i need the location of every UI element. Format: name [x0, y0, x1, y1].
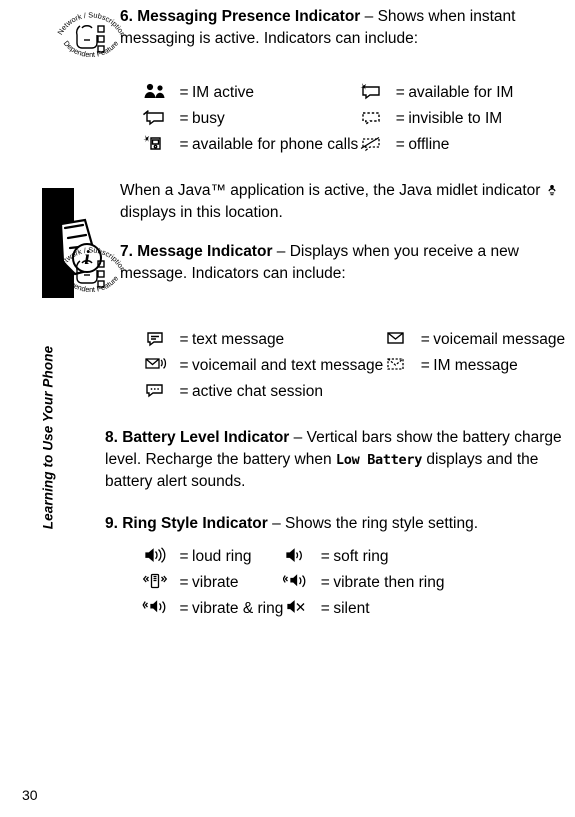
- equals-sign: =: [395, 136, 405, 153]
- message-indicator-table: = text message = voicemail message = voi…: [142, 327, 565, 405]
- section-8-paragraph: 8. Battery Level Indicator – Vertical ba…: [105, 427, 565, 493]
- section-messaging-presence: Network / Subscription Dependent Feature: [56, 6, 575, 72]
- text-message-label: text message: [192, 331, 285, 348]
- section-6-heading: 6. Messaging Presence Indicator: [120, 8, 361, 25]
- active-chat-session-label: active chat session: [192, 383, 323, 400]
- im-active-icon: [142, 80, 176, 106]
- equals-sign: =: [179, 383, 189, 400]
- table-row: = text message = voicemail message: [142, 327, 565, 353]
- busy-icon: [142, 106, 176, 132]
- table-row: = loud ring = soft ring: [142, 544, 444, 570]
- java-midlet-icon: [545, 184, 559, 198]
- messaging-presence-table: = IM active = available for IM = busy = …: [142, 80, 513, 158]
- table-row: = busy = invisible to IM: [142, 106, 513, 132]
- busy-label: busy: [192, 110, 225, 127]
- svg-text:Network / Subscription: Network / Subscription: [56, 245, 128, 273]
- section-9-paragraph: 9. Ring Style Indicator – Shows the ring…: [105, 513, 575, 535]
- silent-icon: [283, 596, 317, 622]
- loud-ring-label: loud ring: [192, 548, 252, 565]
- text-message-icon: [142, 327, 176, 353]
- active-chat-session-icon: [142, 379, 176, 405]
- section-6-paragraph: 6. Messaging Presence Indicator – Shows …: [120, 6, 575, 49]
- section-7-heading: 7. Message Indicator: [120, 243, 273, 260]
- available-for-phone-calls-icon: [142, 132, 176, 158]
- vibrate-then-ring-icon: [283, 570, 317, 596]
- network-subscription-dependent-feature-icon: Network / Subscription Dependent Feature: [54, 6, 128, 68]
- section-8-dash-glyph: –: [293, 429, 303, 446]
- table-row: = active chat session: [142, 379, 565, 405]
- ring-style-table: = loud ring = soft ring = vibrate = vibr…: [142, 544, 444, 622]
- section-8-heading: 8. Battery Level Indicator: [105, 429, 290, 446]
- section-9-body: Shows the ring style setting.: [285, 514, 479, 532]
- equals-sign: =: [179, 331, 189, 348]
- im-active-label: IM active: [192, 84, 255, 101]
- section-message-indicator: Network / Subscription Dependent Feature: [56, 241, 575, 307]
- equals-sign: =: [320, 548, 330, 565]
- manual-page: Learning to Use Your Phone i Network / S…: [0, 0, 575, 817]
- voicemail-message-icon: [383, 327, 417, 353]
- table-row: = vibrate = vibrate then ring: [142, 570, 444, 596]
- equals-sign: =: [179, 357, 189, 374]
- page-content: Network / Subscription Dependent Feature: [56, 0, 575, 622]
- table-row: = IM active = available for IM: [142, 80, 513, 106]
- vibrate-and-ring-label: vibrate & ring: [192, 600, 284, 617]
- invisible-to-im-icon: [358, 106, 392, 132]
- table-row: = available for phone calls = offline: [142, 132, 513, 158]
- section-9-heading: 9. Ring Style Indicator: [105, 514, 268, 532]
- equals-sign: =: [179, 600, 189, 617]
- low-battery-lcd-text: Low Battery: [335, 451, 423, 468]
- java-note-before: When a Java™ application is active, the …: [120, 182, 541, 199]
- svg-text:Dependent Feature: Dependent Feature: [62, 39, 120, 59]
- available-for-phone-calls-label: available for phone calls: [192, 136, 359, 153]
- vibrate-label: vibrate: [192, 574, 239, 591]
- table-row: = vibrate & ring = silent: [142, 596, 444, 622]
- equals-sign: =: [320, 574, 330, 591]
- equals-sign: =: [395, 110, 405, 127]
- java-note-after: displays in this location.: [120, 203, 283, 221]
- svg-text:Network / Subscription: Network / Subscription: [56, 10, 128, 38]
- chapter-sidebar-label: Learning to Use Your Phone: [40, 345, 56, 530]
- section-7-paragraph: 7. Message Indicator – Displays when you…: [120, 241, 575, 284]
- soft-ring-icon: [283, 544, 317, 570]
- network-subscription-dependent-feature-icon: Network / Subscription Dependent Feature: [54, 241, 128, 303]
- section-7-dash-glyph: –: [276, 243, 286, 260]
- svg-text:Dependent Feature: Dependent Feature: [62, 274, 120, 294]
- offline-label: offline: [408, 136, 450, 153]
- equals-sign: =: [320, 600, 330, 617]
- equals-sign: =: [395, 84, 405, 101]
- vibrate-then-ring-label: vibrate then ring: [333, 574, 445, 591]
- page-number: 30: [22, 787, 38, 803]
- java-note-paragraph: When a Java™ application is active, the …: [120, 180, 575, 223]
- im-message-label: IM message: [433, 357, 518, 374]
- voicemail-message-label: voicemail message: [433, 331, 566, 348]
- offline-icon: [358, 132, 392, 158]
- voicemail-and-text-message-label: voicemail and text message: [192, 357, 384, 374]
- equals-sign: =: [179, 110, 189, 127]
- equals-sign: =: [179, 136, 189, 153]
- vibrate-and-ring-icon: [142, 596, 176, 622]
- vibrate-icon: [142, 570, 176, 596]
- loud-ring-icon: [142, 544, 176, 570]
- soft-ring-label: soft ring: [333, 548, 389, 565]
- table-row: = voicemail and text message = IM messag…: [142, 353, 565, 379]
- invisible-to-im-label: invisible to IM: [408, 110, 503, 127]
- equals-sign: =: [420, 357, 430, 374]
- silent-label: silent: [333, 600, 370, 617]
- available-for-im-icon: [358, 80, 392, 106]
- equals-sign: =: [179, 574, 189, 591]
- equals-sign: =: [179, 84, 189, 101]
- equals-sign: =: [420, 331, 430, 348]
- section-9-dash-glyph: –: [272, 514, 281, 532]
- available-for-im-label: available for IM: [408, 84, 514, 101]
- equals-sign: =: [179, 548, 189, 565]
- im-message-icon: [383, 353, 417, 379]
- section-6-dash-glyph: –: [364, 8, 374, 25]
- voicemail-and-text-message-icon: [142, 353, 176, 379]
